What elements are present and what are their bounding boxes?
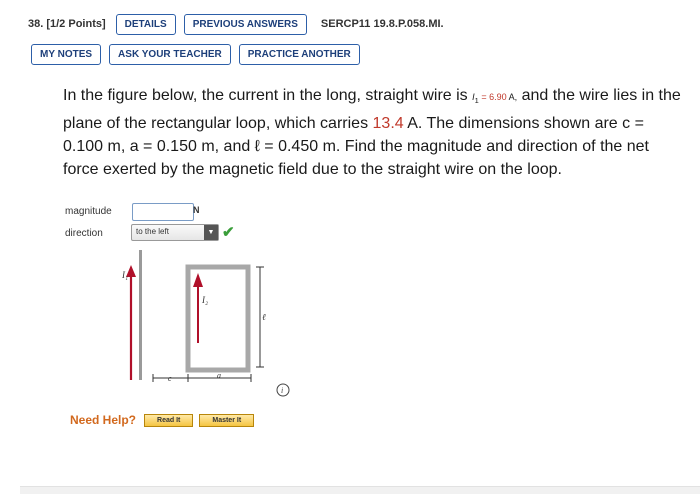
magnitude-input[interactable] xyxy=(132,203,194,221)
question-toolbar: MY NOTES ASK YOUR TEACHER PRACTICE ANOTH… xyxy=(31,44,368,65)
question-header: 38. [1/2 Points] DETAILS PREVIOUS ANSWER… xyxy=(28,11,444,37)
previous-answers-button[interactable]: PREVIOUS ANSWERS xyxy=(183,13,307,35)
l-label: ℓ xyxy=(262,312,266,322)
direction-select[interactable]: to the left ▼ xyxy=(131,224,219,241)
magnitude-unit: N xyxy=(193,205,200,215)
a-label: a xyxy=(217,371,221,380)
svg-text:i: i xyxy=(281,386,283,395)
question-number: 38. [1/2 Points] xyxy=(28,18,106,30)
practice-another-button[interactable]: PRACTICE ANOTHER xyxy=(238,44,360,65)
direction-label: direction xyxy=(65,228,103,239)
need-help-label: Need Help? xyxy=(70,413,137,427)
i2-label: I₂ xyxy=(201,295,208,305)
question-text: In the figure below, the current in the … xyxy=(63,84,683,181)
read-it-button[interactable]: Read It xyxy=(144,413,194,427)
details-button[interactable]: DETAILS xyxy=(115,13,176,35)
i1-label: I₁ xyxy=(121,270,128,280)
magnitude-label: magnitude xyxy=(65,206,112,217)
straight-wire xyxy=(139,250,142,380)
correct-check-icon: ✔ xyxy=(222,224,235,241)
dropdown-arrow-icon[interactable]: ▼ xyxy=(204,225,218,240)
loop-current-value: 13.4 xyxy=(372,114,404,132)
question-part-1: In the figure below, the current in the … xyxy=(63,87,468,104)
ask-teacher-button[interactable]: ASK YOUR TEACHER xyxy=(109,44,231,65)
direction-selected-value: to the left xyxy=(136,227,169,236)
my-notes-button[interactable]: MY NOTES xyxy=(31,44,102,65)
current-i1-expression: I1 = 6.90 A, xyxy=(472,92,518,105)
wire-loop-figure: I₁ I₂ ℓ c a i xyxy=(121,250,290,397)
master-it-button[interactable]: Master It xyxy=(199,413,255,427)
c-label: c xyxy=(168,374,172,383)
problem-code: SERCP11 19.8.P.058.MI. xyxy=(320,18,444,30)
help-section: Need Help? Read It Master It xyxy=(70,413,260,427)
